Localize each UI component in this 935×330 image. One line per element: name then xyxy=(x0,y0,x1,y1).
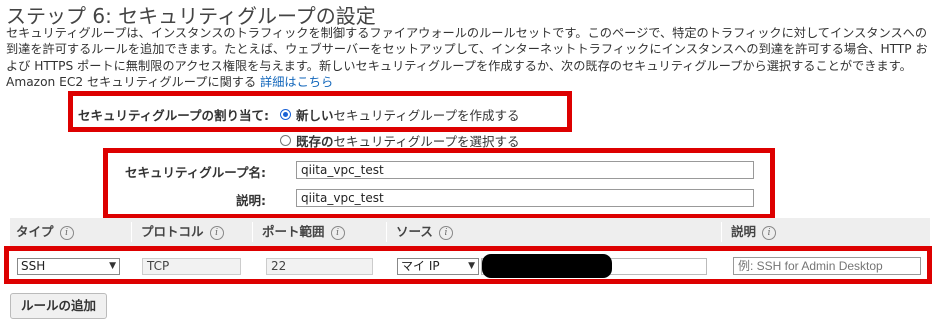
column-header-description: 説明 i xyxy=(731,218,777,246)
radio-create-new-label: セキュリティグループを作成する xyxy=(333,108,520,123)
rules-table-header: タイプ i プロトコル i ポート範囲 i ソース i 説明 i xyxy=(10,218,930,246)
column-type-label: タイプ xyxy=(16,224,54,239)
group-description-label: 説明: xyxy=(236,193,266,208)
info-icon[interactable]: i xyxy=(209,225,224,240)
info-icon[interactable]: i xyxy=(762,225,777,240)
column-protocol-label: プロトコル xyxy=(141,224,204,239)
radio-create-new-bold: 新しい xyxy=(296,108,334,123)
column-description-label: 説明 xyxy=(731,224,757,239)
chevron-down-icon: ▼ xyxy=(109,261,116,271)
group-name-input[interactable] xyxy=(296,161,754,179)
radio-unchecked-icon[interactable] xyxy=(280,135,291,146)
radio-checked-icon[interactable] xyxy=(280,109,291,120)
page-description: セキュリティグループは、インスタンスのトラフィックを制御するファイアウォールのル… xyxy=(6,25,930,91)
info-icon[interactable]: i xyxy=(438,225,453,240)
column-header-type: タイプ i xyxy=(16,218,74,246)
protocol-field: TCP xyxy=(142,258,241,275)
source-select-value: マイ IP xyxy=(401,259,440,273)
column-port-label: ポート範囲 xyxy=(262,224,325,239)
column-divider xyxy=(131,222,132,242)
rule-description-input[interactable] xyxy=(733,257,921,275)
column-header-source: ソース i xyxy=(396,218,453,246)
redaction-bar xyxy=(482,254,612,278)
highlight-box-group-form xyxy=(103,148,775,219)
protocol-value: TCP xyxy=(147,259,170,273)
column-divider xyxy=(386,222,387,242)
group-description-input[interactable] xyxy=(296,189,754,207)
column-source-label: ソース xyxy=(396,224,433,239)
assignment-label: セキュリティグループの割り当て: xyxy=(78,108,269,123)
type-select-value: SSH xyxy=(21,259,46,273)
radio-create-new[interactable]: 新しい セキュリティグループを作成する xyxy=(280,105,520,124)
column-divider xyxy=(721,222,722,242)
column-header-protocol: プロトコル i xyxy=(141,218,224,246)
port-range-value: 22 xyxy=(271,259,287,273)
type-select[interactable]: SSH ▼ xyxy=(17,258,120,275)
group-name-label: セキュリティグループ名: xyxy=(125,165,266,180)
info-icon[interactable]: i xyxy=(330,225,345,240)
chevron-down-icon: ▼ xyxy=(468,261,475,271)
learn-more-link[interactable]: 詳細はこちら xyxy=(260,75,333,89)
description-text: セキュリティグループは、インスタンスのトラフィックを制御するファイアウォールのル… xyxy=(6,26,928,90)
column-header-port-range: ポート範囲 i xyxy=(262,218,345,246)
port-range-field: 22 xyxy=(266,258,373,275)
source-select[interactable]: マイ IP ▼ xyxy=(397,258,479,275)
add-rule-button[interactable]: ルールの追加 xyxy=(10,293,108,319)
info-icon[interactable]: i xyxy=(59,225,74,240)
column-divider xyxy=(252,222,253,242)
